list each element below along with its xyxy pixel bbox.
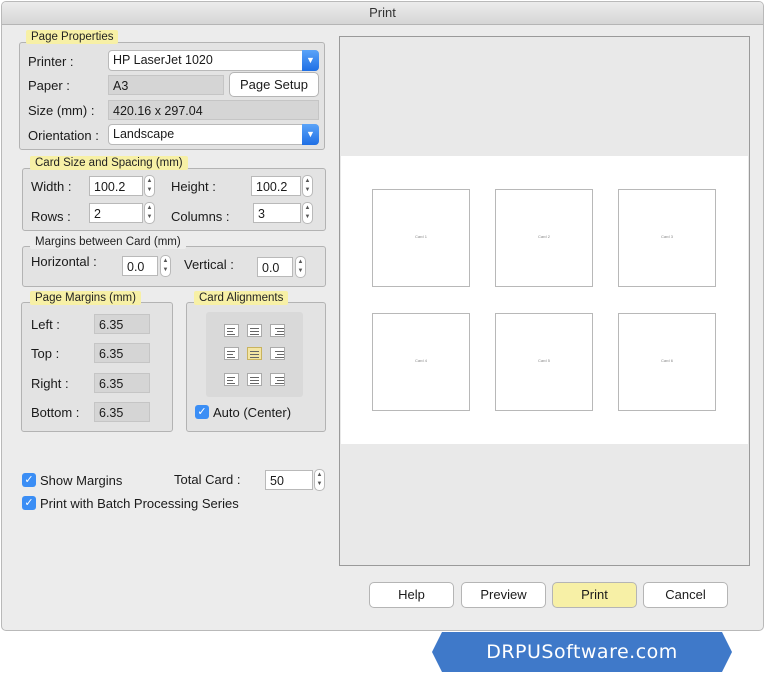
size-field: 420.16 x 297.04 [108,100,319,120]
rows-stepper[interactable]: ▲ ▼ [144,202,155,224]
right-margin-field: 6.35 [94,373,150,393]
bottom-margin-label: Bottom : [31,405,80,420]
size-label: Size (mm) : [28,103,95,118]
print-button[interactable]: Print [552,582,637,608]
rows-label: Rows : [31,209,71,224]
batch-processing-label: Print with Batch Processing Series [40,496,239,511]
page-properties-legend: Page Properties [26,30,119,44]
vertical-stepper[interactable]: ▲ ▼ [295,256,306,278]
top-margin-label: Top : [31,346,60,361]
window-title: Print [2,2,763,25]
rows-field[interactable]: 2 [89,203,143,223]
preview-card: Card 6 [618,313,716,411]
vertical-label: Vertical : [184,257,234,272]
columns-label: Columns : [171,209,230,224]
margins-between-legend: Margins between Card (mm) [30,235,186,249]
columns-field[interactable]: 3 [253,203,301,223]
print-dialog: Print Page Properties Printer : HP Laser… [1,1,764,631]
batch-processing-checkbox[interactable]: ✓ [22,496,36,510]
auto-center-checkbox[interactable]: ✓ [195,405,209,419]
alignment-grid [206,312,303,397]
height-label: Height : [171,179,216,194]
horizontal-stepper[interactable]: ▲ ▼ [160,255,171,277]
columns-stepper[interactable]: ▲ ▼ [302,202,313,224]
show-margins-label: Show Margins [40,473,123,488]
branding-text: DRPUSoftware.com [486,641,678,663]
card-alignments-legend: Card Alignments [194,291,289,305]
page-margins-legend: Page Margins (mm) [30,291,141,305]
printer-label: Printer : [28,54,74,69]
preview-card: Card 5 [495,313,593,411]
width-stepper[interactable]: ▲ ▼ [144,175,155,197]
show-margins-checkbox[interactable]: ✓ [22,473,36,487]
print-preview: Card 1 Card 2 Card 3 Card 4 Card 5 Card … [339,36,750,566]
total-card-field[interactable]: 50 [265,470,313,490]
align-bottom-right-icon[interactable] [270,373,285,386]
card-size-legend: Card Size and Spacing (mm) [30,156,188,170]
preview-card: Card 2 [495,189,593,287]
align-bottom-left-icon[interactable] [224,373,239,386]
orientation-select[interactable]: Landscape ▼ [108,124,319,145]
auto-center-label: Auto (Center) [213,405,292,420]
width-label: Width : [31,179,72,194]
branding-banner: DRPUSoftware.com [432,632,732,672]
preview-button[interactable]: Preview [461,582,546,608]
right-margin-label: Right : [31,376,69,391]
align-top-center-icon[interactable] [247,324,262,337]
align-bottom-center-icon[interactable] [247,373,262,386]
paper-label: Paper : [28,78,70,93]
align-middle-left-icon[interactable] [224,347,239,360]
vertical-field[interactable]: 0.0 [257,257,293,277]
left-margin-label: Left : [31,317,60,332]
align-top-left-icon[interactable] [224,324,239,337]
printer-value: HP LaserJet 1020 [113,53,213,67]
orientation-label: Orientation : [28,128,99,143]
chevron-down-icon: ▼ [302,124,319,145]
preview-card: Card 3 [618,189,716,287]
width-field[interactable]: 100.2 [89,176,143,196]
paper-field: A3 [108,75,224,95]
horizontal-label: Horizontal : [31,254,97,269]
top-margin-field: 6.35 [94,343,150,363]
bottom-margin-field: 6.35 [94,402,150,422]
height-field[interactable]: 100.2 [251,176,301,196]
total-card-label: Total Card : [174,472,241,487]
cancel-button[interactable]: Cancel [643,582,728,608]
page-setup-button[interactable]: Page Setup [229,72,319,97]
left-margin-field: 6.35 [94,314,150,334]
preview-card: Card 1 [372,189,470,287]
horizontal-field[interactable]: 0.0 [122,256,158,276]
preview-page: Card 1 Card 2 Card 3 Card 4 Card 5 Card … [341,156,748,444]
align-middle-right-icon[interactable] [270,347,285,360]
preview-card: Card 4 [372,313,470,411]
align-middle-center-icon[interactable] [247,347,262,360]
height-stepper[interactable]: ▲ ▼ [302,175,313,197]
chevron-down-icon: ▼ [302,50,319,71]
orientation-value: Landscape [113,127,175,141]
total-card-stepper[interactable]: ▲ ▼ [314,469,325,491]
help-button[interactable]: Help [369,582,454,608]
align-top-right-icon[interactable] [270,324,285,337]
printer-select[interactable]: HP LaserJet 1020 ▼ [108,50,319,71]
